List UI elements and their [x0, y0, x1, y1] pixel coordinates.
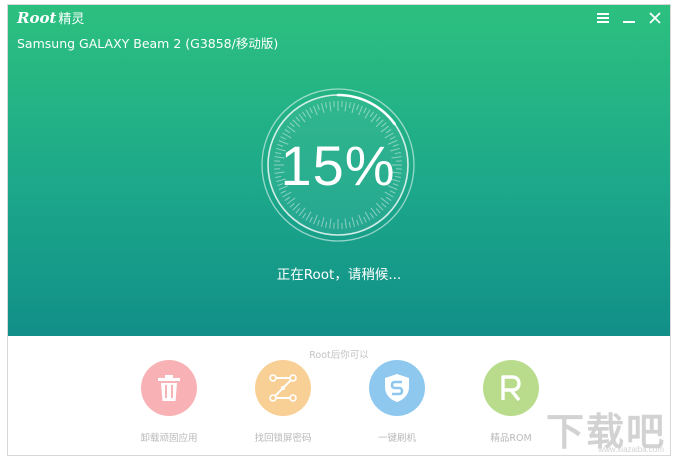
logo-suffix-text: 精灵 [58, 12, 85, 27]
watermark-url: www.xiazaiba.com [598, 445, 664, 454]
site-watermark: 下载吧 www.xiazaiba.com [546, 413, 666, 454]
feature-label: 卸载顽固应用 [140, 433, 198, 444]
feature-label: 找回锁屏密码 [254, 433, 312, 444]
unlock-pattern-icon [255, 360, 311, 416]
trash-icon [141, 360, 197, 416]
window-controls [594, 9, 664, 27]
app-logo: Root 精灵 [17, 8, 84, 27]
progress-percent: 15% [280, 133, 396, 197]
device-name: Samsung GALAXY Beam 2 (G3858/移动版) [17, 36, 279, 51]
feature-uninstall-apps[interactable]: 卸载顽固应用 [124, 360, 214, 444]
feature-one-click-flash[interactable]: 一键刷机 [352, 360, 442, 444]
rom-r-icon [483, 360, 539, 416]
logo-root-text: Root [17, 9, 57, 27]
menu-icon[interactable] [594, 9, 612, 27]
progress-ring: 15% [258, 85, 418, 245]
after-root-heading: Root后你可以 [309, 350, 369, 361]
title-bar: Root 精灵 [8, 5, 670, 31]
minimize-icon[interactable] [620, 9, 638, 27]
feature-premium-rom[interactable]: 精品ROM [466, 360, 556, 444]
progress-hero: Root 精灵 Samsung GALAXY Beam 2 (G3858/移动版… [8, 5, 670, 336]
after-root-panel: Root后你可以 卸载顽固应用 找回锁屏密码 一键刷机 精品ROM 下载吧 ww… [8, 336, 670, 455]
progress-status: 正在Root，请稍候... [276, 267, 402, 283]
shield-s-icon [369, 360, 425, 416]
app-window: Root 精灵 Samsung GALAXY Beam 2 (G3858/移动版… [7, 4, 671, 456]
feature-label: 一键刷机 [377, 433, 416, 444]
feature-recover-lock-password[interactable]: 找回锁屏密码 [238, 360, 328, 444]
feature-label: 精品ROM [490, 433, 532, 444]
close-icon[interactable] [646, 9, 664, 27]
